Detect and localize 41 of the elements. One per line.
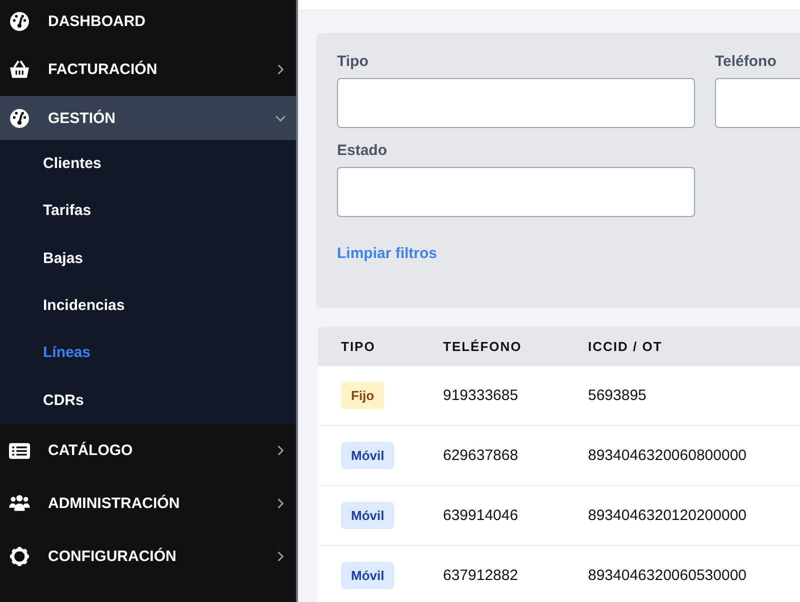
field-label: Teléfono [715, 53, 778, 70]
type-badge: Móvil [341, 562, 394, 589]
chevron-right-icon [275, 444, 286, 456]
column-header: ICCID / OT [588, 339, 662, 354]
type-badge: Móvil [341, 442, 394, 469]
gauge-icon [9, 108, 30, 128]
column-header: TIPO [340, 339, 376, 354]
basket-icon [9, 59, 30, 80]
gear-icon [9, 546, 30, 567]
gauge-icon [9, 11, 30, 32]
menu-item[interactable]: GESTIÓN [0, 96, 296, 140]
submenu-item[interactable]: Líneas [43, 329, 296, 376]
submenu-item[interactable]: Clientes [43, 140, 296, 188]
menu-item[interactable]: DASHBOARD [0, 0, 296, 43]
submenu-item[interactable]: Bajas [43, 234, 296, 282]
chevron-right-icon [275, 550, 286, 562]
table-cell: 629637868 [443, 447, 518, 464]
column-header: TELÉFONO [443, 339, 523, 354]
type-badge: Móvil [341, 502, 394, 529]
menu-item[interactable]: ADMINISTRACIÓN [0, 476, 296, 530]
table-cell: 637912882 [443, 567, 518, 584]
table-cell: 5693895 [588, 387, 646, 404]
table-cell: 8934046320060800000 [588, 447, 747, 464]
field-label: Tipo [337, 53, 370, 70]
menu-item[interactable]: CONFIGURACIÓN [0, 530, 296, 583]
table-cell: 919333685 [443, 387, 518, 404]
table-cell: 8934046320060530000 [588, 567, 747, 584]
menu-item[interactable]: FACTURACIÓN [0, 43, 296, 96]
table-cell: 8934046320120200000 [588, 507, 747, 524]
chevron-right-icon [275, 498, 286, 509]
input-field[interactable] [337, 167, 695, 217]
chevron-right-icon [275, 64, 286, 75]
submenu-item[interactable]: Incidencias [43, 282, 296, 330]
input-field[interactable] [337, 78, 695, 128]
table-cell: 639914046 [443, 507, 518, 524]
submenu-item[interactable]: CDRs [43, 376, 296, 424]
field-label: Estado [337, 142, 388, 159]
type-badge: Fijo [341, 382, 384, 409]
menu-item[interactable]: CATÁLOGO [0, 424, 296, 477]
submenu-item[interactable]: Tarifas [43, 187, 296, 235]
users-icon [9, 492, 30, 514]
